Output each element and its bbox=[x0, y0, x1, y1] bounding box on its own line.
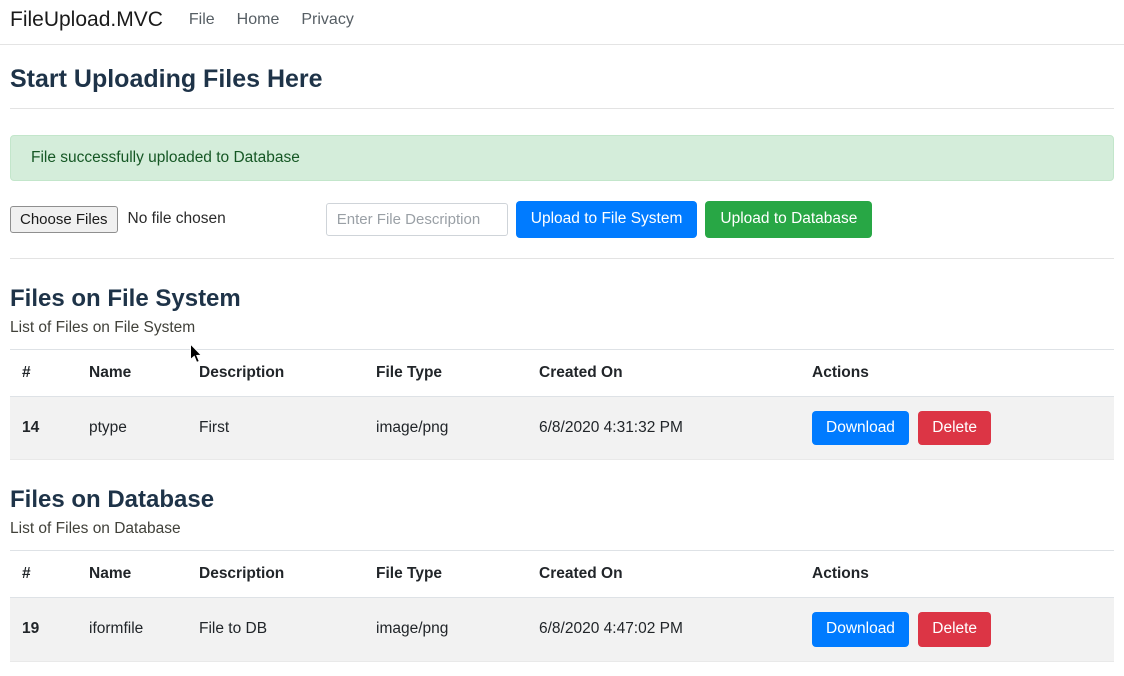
file-system-table: # Name Description File Type Created On … bbox=[10, 349, 1114, 461]
success-alert: File successfully uploaded to Database bbox=[10, 135, 1114, 181]
upload-to-database-button[interactable]: Upload to Database bbox=[705, 201, 872, 238]
cell-actions: Download Delete bbox=[800, 598, 1114, 662]
table-header-row: # Name Description File Type Created On … bbox=[10, 349, 1114, 396]
nav-item-file[interactable]: File bbox=[189, 11, 215, 28]
download-button[interactable]: Download bbox=[812, 411, 909, 446]
header-file-type: File Type bbox=[364, 349, 527, 396]
cell-created-on: 6/8/2020 4:31:32 PM bbox=[527, 396, 800, 460]
success-alert-message: File successfully uploaded to Database bbox=[31, 149, 300, 166]
nav-item-privacy[interactable]: Privacy bbox=[301, 11, 353, 28]
header-actions: Actions bbox=[800, 349, 1114, 396]
header-id: # bbox=[10, 349, 77, 396]
header-created-on: Created On bbox=[527, 349, 800, 396]
cell-actions: Download Delete bbox=[800, 396, 1114, 460]
delete-button[interactable]: Delete bbox=[918, 612, 991, 647]
cell-name: ptype bbox=[77, 396, 187, 460]
delete-button[interactable]: Delete bbox=[918, 411, 991, 446]
file-system-section-subtitle: List of Files on File System bbox=[10, 319, 1114, 337]
header-id: # bbox=[10, 551, 77, 598]
upload-form: Choose Files No file chosen Upload to Fi… bbox=[10, 201, 1114, 238]
nav-item-home[interactable]: Home bbox=[237, 11, 280, 28]
navbar-brand[interactable]: FileUpload.MVC bbox=[10, 8, 163, 32]
file-system-section-title: Files on File System bbox=[10, 285, 1114, 313]
header-name: Name bbox=[77, 551, 187, 598]
table-row: 14 ptype First image/png 6/8/2020 4:31:3… bbox=[10, 396, 1114, 460]
header-file-type: File Type bbox=[364, 551, 527, 598]
header-created-on: Created On bbox=[527, 551, 800, 598]
database-table: # Name Description File Type Created On … bbox=[10, 550, 1114, 662]
cell-file-type: image/png bbox=[364, 598, 527, 662]
header-description: Description bbox=[187, 349, 364, 396]
file-description-input[interactable] bbox=[326, 203, 508, 236]
cell-id: 19 bbox=[10, 598, 77, 662]
main-content: Start Uploading Files Here File successf… bbox=[0, 65, 1124, 662]
cell-name: iformfile bbox=[77, 598, 187, 662]
upload-to-file-system-button[interactable]: Upload to File System bbox=[516, 201, 698, 238]
header-description: Description bbox=[187, 551, 364, 598]
header-name: Name bbox=[77, 349, 187, 396]
header-actions: Actions bbox=[800, 551, 1114, 598]
file-input-group: Choose Files No file chosen bbox=[10, 206, 226, 233]
table-row: 19 iformfile File to DB image/png 6/8/20… bbox=[10, 598, 1114, 662]
table-header-row: # Name Description File Type Created On … bbox=[10, 551, 1114, 598]
cell-description: First bbox=[187, 396, 364, 460]
cell-file-type: image/png bbox=[364, 396, 527, 460]
download-button[interactable]: Download bbox=[812, 612, 909, 647]
cell-created-on: 6/8/2020 4:47:02 PM bbox=[527, 598, 800, 662]
divider bbox=[10, 258, 1114, 259]
database-section-title: Files on Database bbox=[10, 486, 1114, 514]
file-status-text: No file chosen bbox=[128, 210, 226, 228]
choose-files-button[interactable]: Choose Files bbox=[10, 206, 118, 233]
top-navbar: FileUpload.MVC File Home Privacy bbox=[0, 0, 1124, 45]
divider bbox=[10, 108, 1114, 109]
cell-description: File to DB bbox=[187, 598, 364, 662]
page-title: Start Uploading Files Here bbox=[10, 65, 1114, 94]
database-section-subtitle: List of Files on Database bbox=[10, 520, 1114, 538]
nav-links: File Home Privacy bbox=[189, 11, 354, 29]
cell-id: 14 bbox=[10, 396, 77, 460]
